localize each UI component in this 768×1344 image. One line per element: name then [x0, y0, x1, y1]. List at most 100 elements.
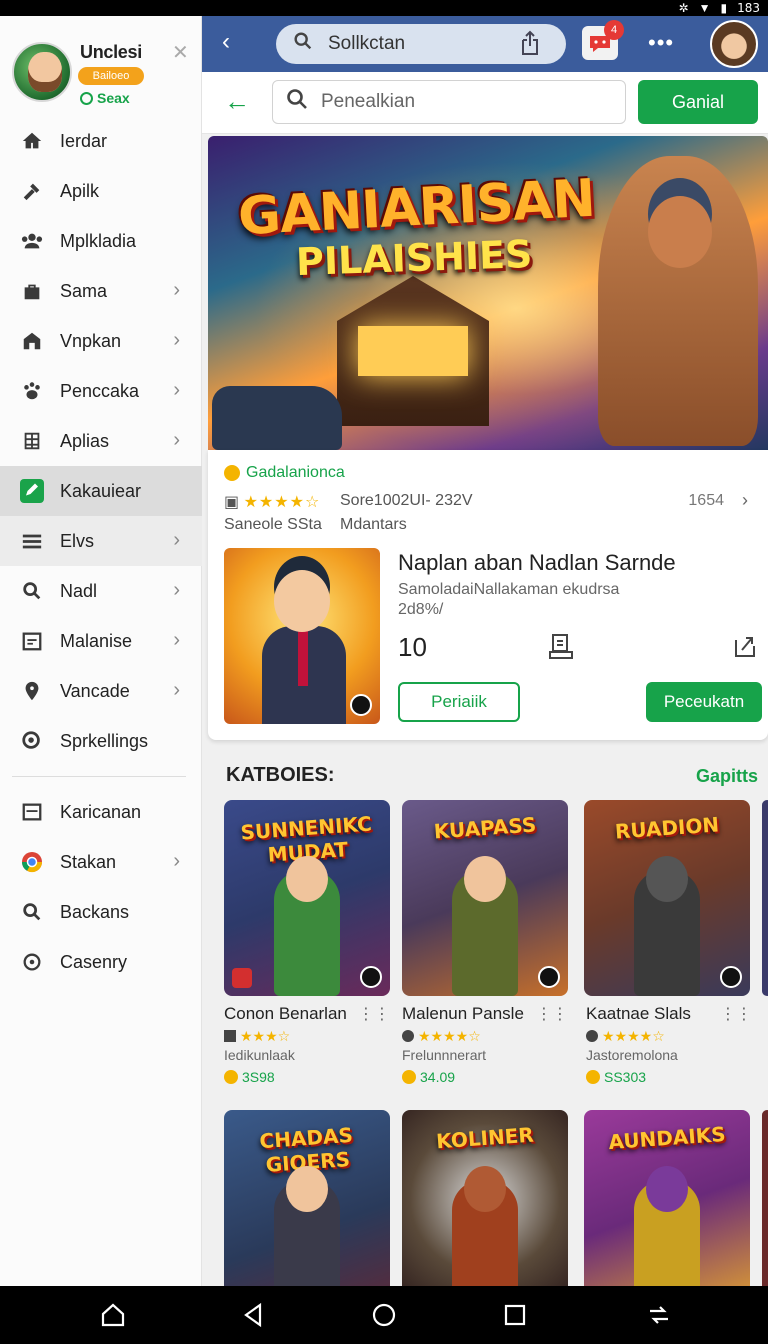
more-options-icon[interactable]: ⋮⋮ — [358, 1004, 390, 1024]
sidebar-item-elvs[interactable]: Elvs › — [0, 516, 202, 566]
categories-heading: KATBOIES: — [226, 764, 335, 786]
sidebar-item-label: Kakauiear — [60, 480, 142, 501]
sidebar-item-kakauiear[interactable]: Kakauiear — [0, 466, 202, 516]
game-tile[interactable]: AUNDAIKS — [584, 1110, 750, 1286]
game-subtitle: Iedikunlaak — [224, 1047, 295, 1063]
meta-right: Mdantars — [340, 516, 407, 533]
game-stars: ★★★★☆ — [602, 1028, 665, 1044]
recents-icon[interactable] — [502, 1302, 528, 1333]
game-price-value: 3S98 — [242, 1069, 275, 1085]
search-icon — [20, 579, 44, 603]
coin-icon — [586, 1070, 600, 1084]
publisher-logo-icon — [232, 968, 252, 988]
sidebar-nav: Ierdar Apilk Mplkladia Sama › Vnpkan › P… — [0, 116, 202, 987]
game-price-value: 34.09 — [420, 1069, 456, 1085]
share-icon[interactable] — [518, 30, 542, 61]
back-icon[interactable] — [240, 1302, 266, 1333]
search-input[interactable]: Penealkian — [272, 80, 626, 124]
game-price-value: SS303 — [604, 1069, 647, 1085]
sidebar-item-sama[interactable]: Sama › — [0, 266, 202, 316]
more-options-icon[interactable]: ⋮⋮ — [720, 1004, 752, 1024]
sidebar-item-apilk[interactable]: Apilk — [0, 166, 202, 216]
hammer-icon — [20, 179, 44, 203]
primary-action-button[interactable]: Peceukatn — [646, 682, 762, 722]
chevron-left-icon[interactable]: ‹ — [222, 28, 230, 56]
secondary-action-button[interactable]: Periaiik — [398, 682, 520, 722]
more-options-icon[interactable]: ⋮⋮ — [536, 1004, 568, 1024]
home-circle-icon[interactable] — [371, 1302, 397, 1333]
document-icon[interactable] — [548, 632, 574, 665]
avatar[interactable] — [12, 42, 72, 102]
sidebar-item-label: Sama — [60, 280, 108, 301]
sidebar-item-label: Backans — [60, 901, 130, 922]
sidebar-item-casenry[interactable]: Casenry — [0, 937, 202, 987]
game-info[interactable]: Kaatnae Slals ⋮⋮ ★★★★☆ Jastoremolona SS3… — [586, 1004, 756, 1085]
chevron-right-icon: › — [173, 850, 180, 872]
more-options-icon[interactable]: ••• — [648, 30, 674, 56]
profile-header[interactable]: Unclesi Bailoeo Seax ✕ — [10, 28, 200, 112]
rating-row: ▣ ★★★★☆ Sore1002UI- 232V 1654 › — [224, 490, 754, 512]
top-search-text: Sollkctan — [328, 33, 406, 54]
app-thumbnail[interactable] — [224, 548, 380, 724]
sidebar-item-nadl[interactable]: Nadl › — [0, 566, 202, 616]
home-icon[interactable] — [100, 1302, 126, 1333]
coin-icon — [224, 1070, 238, 1084]
game-tile[interactable]: RUADION — [584, 800, 750, 996]
game-info[interactable]: Malenun Pansle ⋮⋮ ★★★★☆ Frelunnnerart 34… — [402, 1004, 572, 1085]
user-avatar[interactable] — [710, 20, 758, 68]
game-tile-partial[interactable] — [762, 1110, 768, 1286]
sidebar-item-label: Vnpkan — [60, 330, 122, 351]
back-arrow-icon[interactable]: ← — [224, 86, 250, 117]
chevron-right-icon[interactable]: › — [742, 490, 748, 511]
sidebar-item-backans[interactable]: Backans — [0, 887, 202, 937]
profile-badge: Bailoeo — [78, 67, 144, 85]
game-logo-icon — [720, 966, 742, 988]
search-button[interactable]: Ganial — [638, 80, 758, 124]
verified-icon — [224, 465, 240, 481]
sidebar-item-vnpkan[interactable]: Vnpkan › — [0, 316, 202, 366]
app-description: SamoladaiNallakaman ekudrsa 2d8%/ — [398, 581, 620, 618]
sidebar-item-label: Penccaka — [60, 380, 140, 401]
sidebar-item-vancade[interactable]: Vancade › — [0, 666, 202, 716]
sidebar-item-karicanan[interactable]: Karicanan — [0, 787, 202, 837]
game-tile[interactable]: KOLINER — [402, 1110, 568, 1286]
game-tile[interactable]: SUNNENIKC MUDAT — [224, 800, 390, 996]
share-icon[interactable] — [732, 632, 758, 665]
game-logo-icon — [360, 966, 382, 988]
game-price: 34.09 — [402, 1069, 572, 1085]
status-bar: ✲ ▼ ▮ 183 — [0, 0, 768, 16]
game-tile-head-art — [464, 856, 506, 902]
sidebar-item-stakan[interactable]: Stakan › — [0, 837, 202, 887]
battery-icon: ▮ — [720, 1, 728, 15]
game-tile[interactable]: KUAPASS — [402, 800, 568, 996]
categories-see-all-link[interactable]: Gapitts — [696, 766, 758, 787]
game-info[interactable]: Conon Benarlan ⋮⋮ ★★★☆ Iedikunlaak 3S98 — [224, 1004, 394, 1085]
close-icon[interactable]: ✕ — [172, 40, 189, 65]
rotate-icon[interactable] — [646, 1302, 672, 1333]
sidebar-item-penccaka[interactable]: Penccaka › — [0, 366, 202, 416]
genre-icon — [402, 1030, 414, 1042]
people-icon — [20, 229, 44, 253]
app-top-bar: ‹ Sollkctan 4 ••• — [202, 16, 768, 72]
sidebar-item-ierdar[interactable]: Ierdar — [0, 116, 202, 166]
sidebar-item-sprkellings[interactable]: Sprkellings — [0, 716, 202, 766]
sidebar-item-aplias[interactable]: Aplias › — [0, 416, 202, 466]
game-tile-head-art — [286, 1166, 328, 1212]
sidebar-item-malanise[interactable]: Malanise › — [0, 616, 202, 666]
game-tile[interactable]: CHADAS GIOERS — [224, 1110, 390, 1286]
chevron-right-icon: › — [173, 579, 180, 601]
online-icon — [80, 91, 93, 105]
clock: 183 — [737, 1, 760, 15]
developer-name[interactable]: Gadalanionca — [224, 464, 345, 482]
notification-badge: 4 — [604, 20, 624, 40]
sidebar-item-mplkladia[interactable]: Mplkladia — [0, 216, 202, 266]
game-tile-title-art: KUAPASS — [433, 812, 537, 844]
sidebar-item-label: Nadl — [60, 580, 98, 601]
hero-subtitle: PILAISHIES — [295, 231, 534, 285]
hero-banner[interactable]: GANIARISAN PILAISHIES — [208, 136, 768, 450]
target-icon — [20, 950, 44, 974]
game-tile-partial[interactable] — [762, 800, 768, 996]
game-tile-head-art — [646, 1166, 688, 1212]
profile-status-label: Seax — [97, 90, 130, 106]
notifications-button[interactable]: 4 — [582, 20, 624, 60]
